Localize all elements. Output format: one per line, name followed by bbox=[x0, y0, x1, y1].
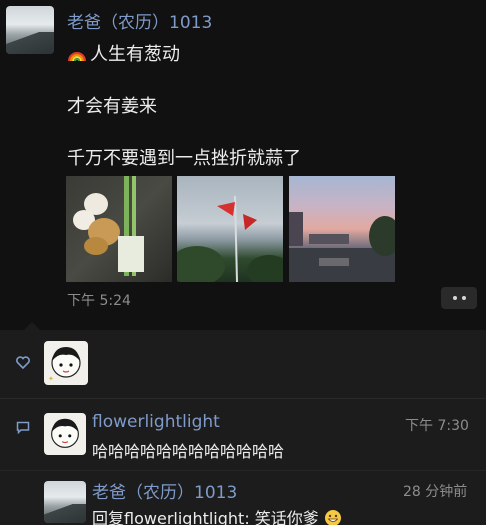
flag-pole-sky-photo[interactable] bbox=[177, 176, 283, 282]
author-avatar[interactable] bbox=[6, 6, 54, 54]
rainbow-icon bbox=[67, 45, 87, 62]
post-line-2: 才会有姜来 bbox=[67, 96, 157, 117]
grin-emoji-icon bbox=[324, 509, 342, 525]
more-options-button[interactable] bbox=[441, 287, 477, 309]
reply-to-name[interactable]: flowerlightlight bbox=[124, 509, 244, 525]
liker-avatar[interactable]: ✦ bbox=[44, 341, 88, 385]
garlic-ginger-scallion-photo[interactable] bbox=[66, 176, 172, 282]
comment-panel-pointer bbox=[24, 322, 40, 330]
reply-timestamp: 28 分钟前 bbox=[403, 484, 468, 500]
post-timestamp: 下午 5:24 bbox=[67, 293, 131, 309]
reply-text[interactable]: 回复flowerlightlight: 笑话你爹 bbox=[92, 505, 342, 525]
comment-text[interactable]: 哈哈哈哈哈哈哈哈哈哈哈哈 bbox=[92, 438, 284, 462]
comment-timestamp: 下午 7:30 bbox=[405, 418, 469, 434]
reply-author-name[interactable]: 老爸（农历）1013 bbox=[92, 478, 237, 503]
reply-body: : 笑话你爹 bbox=[244, 509, 319, 525]
comment-divider bbox=[0, 470, 486, 471]
post-line-1: 人生有葱动 bbox=[67, 40, 180, 66]
svg-text:✦: ✦ bbox=[48, 375, 54, 383]
post-line-3: 千万不要遇到一点挫折就蒜了 bbox=[67, 148, 301, 169]
comment-author-name[interactable]: flowerlightlight bbox=[92, 412, 220, 432]
sunset-river-photo[interactable] bbox=[289, 176, 395, 282]
reply-author-avatar[interactable] bbox=[44, 481, 86, 523]
likes-divider bbox=[0, 398, 486, 399]
post-author-name[interactable]: 老爸（农历）1013 bbox=[67, 8, 212, 33]
reply-prefix: 回复 bbox=[92, 509, 125, 525]
heart-icon bbox=[16, 354, 30, 373]
commenter-avatar[interactable] bbox=[44, 413, 86, 455]
comment-icon bbox=[16, 419, 30, 438]
